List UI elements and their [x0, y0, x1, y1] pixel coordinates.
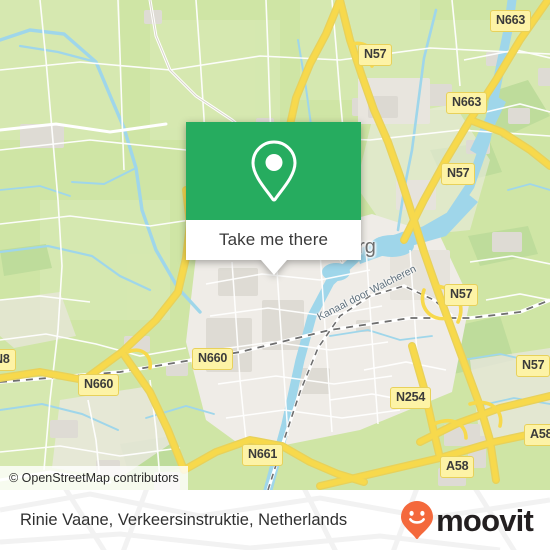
osm-attribution[interactable]: © OpenStreetMap contributors — [0, 466, 188, 490]
road-shield-n663-mid[interactable]: N663 — [446, 92, 488, 114]
location-pin-icon — [250, 140, 297, 202]
road-shield-n663-north[interactable]: N663 — [490, 10, 532, 32]
moovit-logo[interactable]: moovit — [400, 490, 534, 550]
road-shield-n57-east-lower[interactable]: N57 — [516, 355, 550, 377]
road-shield-n8-west-edge[interactable]: N8 — [0, 349, 16, 371]
moovit-smiley-pin-icon — [401, 501, 434, 540]
location-title: Rinie Vaane, Verkeersinstruktie, Netherl… — [20, 510, 348, 529]
road-shield-n661[interactable]: N661 — [242, 444, 284, 466]
callout-pin-panel — [186, 122, 361, 220]
road-shield-n660-upper[interactable]: N660 — [192, 348, 234, 370]
road-shield-n254[interactable]: N254 — [390, 387, 432, 409]
road-shield-n57-east-upper[interactable]: N57 — [441, 163, 476, 185]
take-me-there-callout[interactable]: Take me there — [186, 122, 361, 275]
callout-action-panel[interactable]: Take me there — [186, 220, 361, 260]
map-screenshot: urg Kanaal door Walcheren N663 N57 N663 … — [0, 0, 550, 550]
road-shield-a58-east-edge[interactable]: A58 — [524, 424, 550, 446]
take-me-there-label: Take me there — [218, 230, 329, 249]
moovit-wordmark: moovit — [436, 502, 534, 538]
road-shield-n57-north[interactable]: N57 — [358, 44, 393, 66]
map-canvas[interactable]: urg Kanaal door Walcheren N663 N57 N663 … — [0, 0, 550, 490]
road-shield-n57-east-mid[interactable]: N57 — [444, 284, 479, 306]
road-shield-n660-west[interactable]: N660 — [78, 374, 120, 396]
road-shield-a58-south[interactable]: A58 — [440, 456, 475, 478]
callout-tail — [261, 260, 287, 275]
footer-bar: Rinie Vaane, Verkeersinstruktie, Netherl… — [0, 490, 550, 550]
